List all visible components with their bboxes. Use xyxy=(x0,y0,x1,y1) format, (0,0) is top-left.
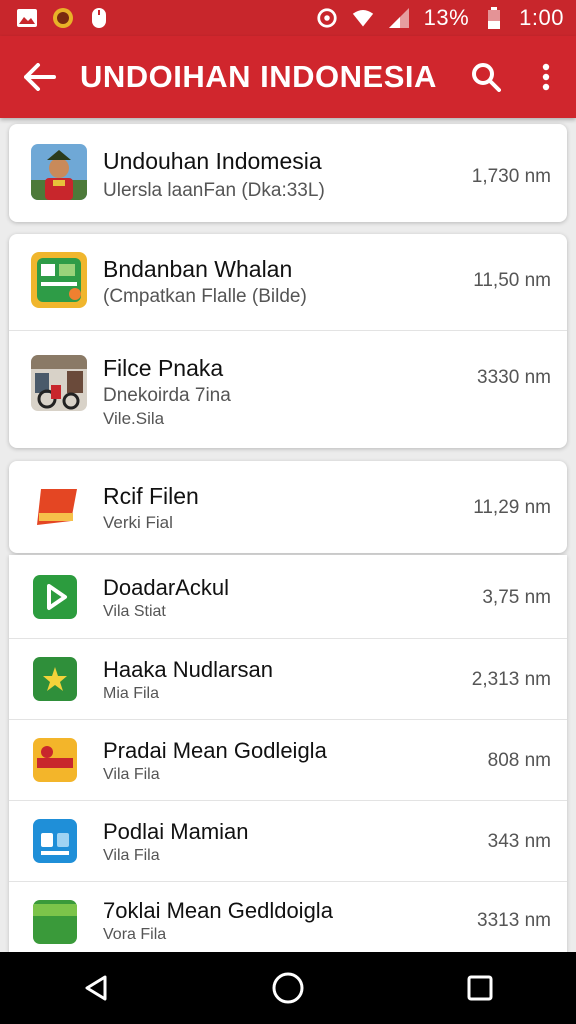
nav-back-button[interactable] xyxy=(56,952,136,1024)
list-item[interactable]: Pradai Mean Godleigla Vila Fila 808 nm xyxy=(9,719,567,800)
status-left-icons xyxy=(16,7,110,29)
item-subtitle: (Cmpatkan Flalle (Bilde) xyxy=(103,286,307,307)
item-size: 11,50 nm xyxy=(473,270,551,291)
item-subtitle: Vila Fila xyxy=(103,766,160,783)
list-item[interactable]: Podlai Mamian Vila Fila 343 nm xyxy=(9,800,567,881)
item-thumbnail xyxy=(31,252,87,308)
item-subtitle: Mia Fila xyxy=(103,685,160,702)
item-subtitle: Ulersla laanFan (Dka:33L) xyxy=(103,180,325,201)
nav-back-icon xyxy=(85,975,107,1001)
nav-home-icon xyxy=(272,972,304,1004)
item-title: Haaka Nudlarsan xyxy=(103,657,273,682)
search-button[interactable] xyxy=(456,36,516,118)
download-card: Bndanban Whalan (Cmpatkan Flalle (Bilde)… xyxy=(9,234,567,448)
list-item[interactable]: 7oklai Mean Gedldoigla Vora Fila 3313 nm xyxy=(9,881,567,952)
item-subtitle: Vila Fila xyxy=(103,847,160,864)
list-item[interactable]: Filce Pnaka Dnekoirda 7ina Vile.Sila 333… xyxy=(9,330,567,448)
target-icon xyxy=(316,7,338,29)
status-bar: 13% 1:00 xyxy=(0,0,576,36)
item-size: 3313 nm xyxy=(477,910,551,931)
item-title: Podlai Mamian xyxy=(103,819,249,844)
app-title: UNDOIHAN INDONESIA xyxy=(80,59,437,94)
item-size: 343 nm xyxy=(487,831,551,852)
item-size: 808 nm xyxy=(487,750,551,771)
search-icon xyxy=(472,63,501,92)
download-card: Undouhan Indomesia Ulersla laanFan (Dka:… xyxy=(9,124,567,222)
mouse-icon xyxy=(88,7,110,29)
item-subtitle: Verki Fial xyxy=(103,513,173,532)
item-title: Rcif Filen xyxy=(103,483,199,509)
list-item[interactable]: DoadarAckul Vila Stiat 3,75 nm xyxy=(9,555,567,638)
item-title: Undouhan Indomesia xyxy=(103,148,322,174)
arrow-left-icon xyxy=(24,63,56,91)
download-card: Rcif Filen Verki Fial 11,29 nm xyxy=(9,461,567,553)
download-list-plain: DoadarAckul Vila Stiat 3,75 nm Haaka Nud… xyxy=(9,555,567,952)
item-title: 7oklai Mean Gedldoigla xyxy=(103,898,333,923)
item-subtitle: Vora Fila xyxy=(103,926,167,943)
item-thumbnail xyxy=(31,144,87,200)
item-title: DoadarAckul xyxy=(103,575,229,600)
item-size: 1,730 nm xyxy=(471,166,551,187)
item-title: Pradai Mean Godleigla xyxy=(103,738,327,763)
item-thumbnail xyxy=(33,819,77,863)
list-item[interactable]: Undouhan Indomesia Ulersla laanFan (Dka:… xyxy=(9,124,567,222)
battery-percent: 13% xyxy=(423,5,470,30)
nav-recents-button[interactable] xyxy=(440,952,520,1024)
play-icon xyxy=(33,575,77,619)
signal-icon xyxy=(388,7,410,29)
wifi-icon xyxy=(352,7,374,29)
item-subtitle: Dnekoirda 7ina xyxy=(103,385,231,406)
gallery-icon xyxy=(16,7,38,29)
more-vert-icon xyxy=(542,63,550,91)
download-list: Undouhan Indomesia Ulersla laanFan (Dka:… xyxy=(0,118,576,952)
item-size: 11,29 nm xyxy=(473,497,551,518)
item-subtitle-secondary: Vile.Sila xyxy=(103,409,165,428)
clock: 1:00 xyxy=(519,5,564,30)
badge-icon xyxy=(52,7,74,29)
nav-recents-icon xyxy=(467,975,493,1001)
item-thumbnail xyxy=(33,657,77,701)
item-thumbnail xyxy=(31,355,87,411)
back-button[interactable] xyxy=(0,36,80,118)
item-size: 3330 nm xyxy=(477,367,551,388)
item-size: 3,75 nm xyxy=(482,587,551,608)
nav-home-button[interactable] xyxy=(248,952,328,1024)
item-subtitle: Vila Stiat xyxy=(103,603,166,620)
item-title: Bndanban Whalan xyxy=(103,256,293,282)
item-size: 2,313 nm xyxy=(471,669,551,690)
list-item[interactable]: Rcif Filen Verki Fial 11,29 nm xyxy=(9,461,567,553)
star-icon xyxy=(33,657,77,701)
item-thumbnail xyxy=(31,481,87,537)
app-bar: UNDOIHAN INDONESIA xyxy=(0,36,576,118)
battery-icon xyxy=(483,7,505,29)
more-options-button[interactable] xyxy=(516,36,576,118)
list-item[interactable]: Bndanban Whalan (Cmpatkan Flalle (Bilde)… xyxy=(9,234,567,330)
status-right-icons: 13% 1:00 xyxy=(316,5,564,31)
system-nav-bar xyxy=(0,952,576,1024)
item-thumbnail xyxy=(33,738,77,782)
item-title: Filce Pnaka xyxy=(103,355,224,381)
item-thumbnail xyxy=(33,575,77,619)
list-item[interactable]: Haaka Nudlarsan Mia Fila 2,313 nm xyxy=(9,638,567,719)
item-thumbnail xyxy=(33,900,77,944)
